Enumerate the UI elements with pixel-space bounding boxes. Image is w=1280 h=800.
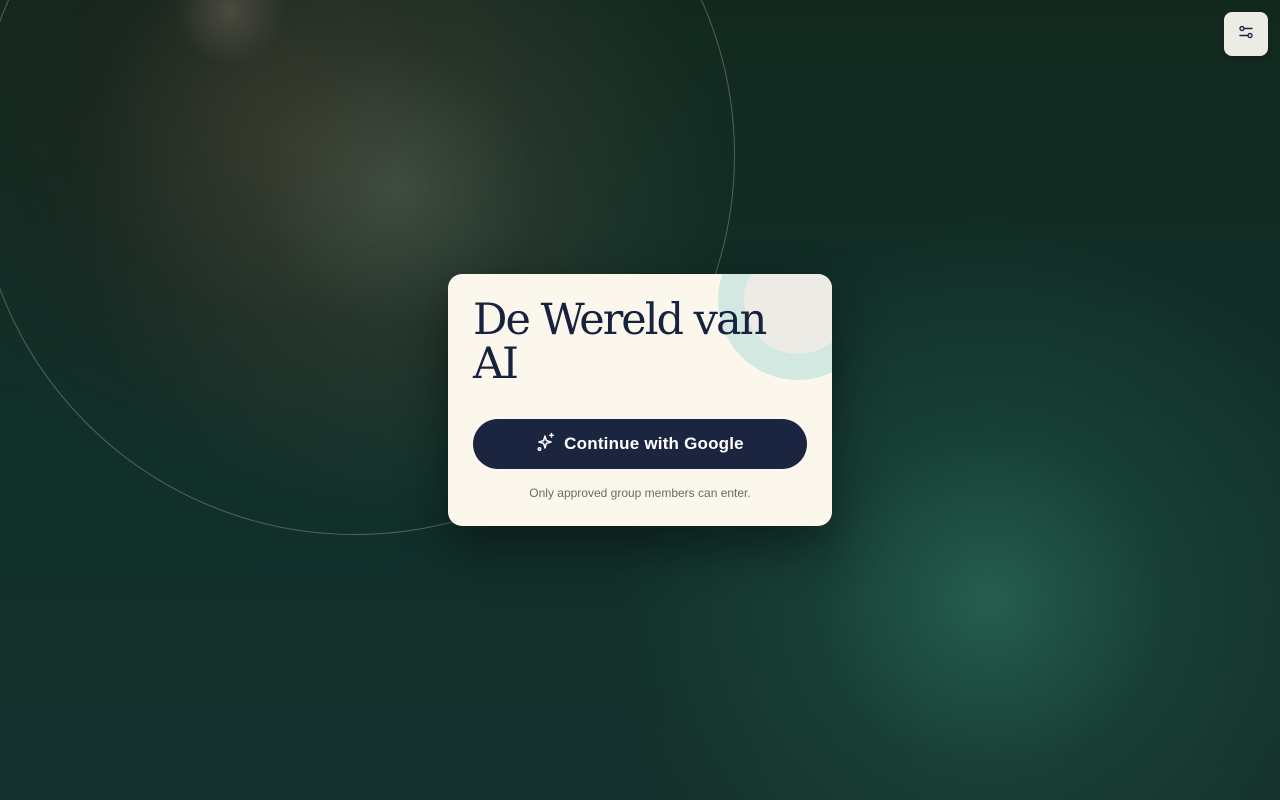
page-title: De Wereld van AI bbox=[473, 295, 767, 389]
login-card: De Wereld van AI Continue with Google On… bbox=[448, 274, 832, 526]
settings-button[interactable] bbox=[1224, 12, 1268, 56]
sliders-icon bbox=[1238, 24, 1254, 45]
continue-with-google-label: Continue with Google bbox=[564, 434, 744, 453]
sparkles-icon bbox=[536, 432, 556, 457]
continue-with-google-button[interactable]: Continue with Google bbox=[473, 419, 807, 469]
access-note: Only approved group members can enter. bbox=[529, 486, 751, 500]
